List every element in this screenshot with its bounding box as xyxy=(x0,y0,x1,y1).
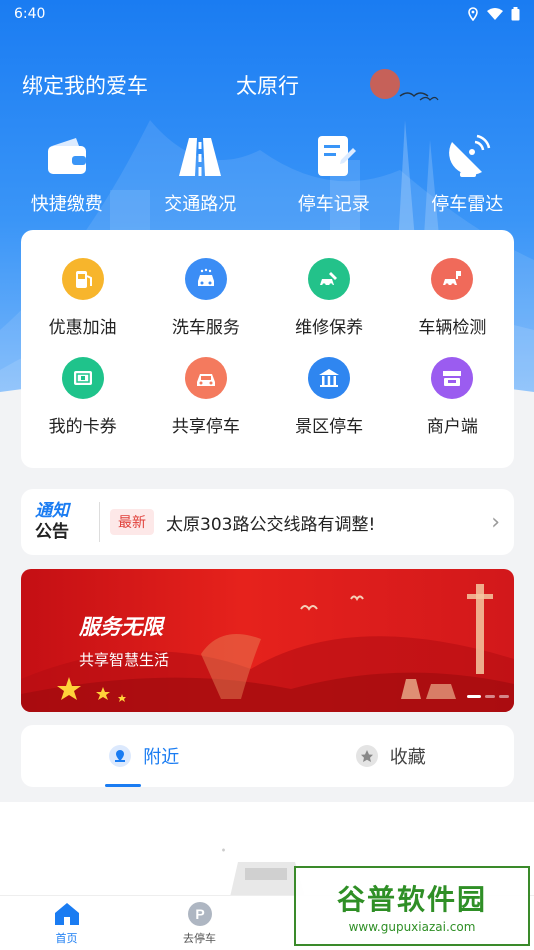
parking-record-button[interactable]: 停车记录 xyxy=(274,132,394,216)
parking-record-label: 停车记录 xyxy=(297,194,370,215)
fuel-icon xyxy=(61,258,104,300)
service-repair[interactable]: 维修保养 xyxy=(268,258,391,357)
shared-parking-icon xyxy=(184,357,227,399)
traffic-label: 交通路况 xyxy=(164,194,237,215)
service-merchant[interactable]: 商户端 xyxy=(391,357,514,456)
traffic-button[interactable]: 交通路况 xyxy=(140,132,260,216)
notice-logo: 通知 公告 xyxy=(35,497,97,547)
svg-text:P: P xyxy=(195,906,204,922)
service-label: 景区停车 xyxy=(295,417,364,437)
status-time: 6:40 xyxy=(14,6,46,22)
service-label: 车辆检测 xyxy=(418,318,487,338)
watermark-url: www.gupuxiazai.com xyxy=(348,920,476,934)
location-icon xyxy=(468,7,478,21)
tab-favorites-label: 收藏 xyxy=(389,747,426,768)
star-icon xyxy=(355,745,378,767)
service-label: 共享停车 xyxy=(171,417,240,437)
notice-logo-line2: 公告 xyxy=(35,522,69,542)
location-pin-icon xyxy=(109,745,132,767)
road-icon xyxy=(179,138,222,176)
notice-bar[interactable]: 通知 公告 最新 太原303路公交线路有调整! › xyxy=(21,489,514,555)
banner-subtitle: 共享智慧生活 xyxy=(79,651,170,669)
banner-title: 服务无限 xyxy=(79,615,163,639)
quick-pay-label: 快捷缴费 xyxy=(30,194,103,215)
service-coupon[interactable]: 我的卡券 xyxy=(21,357,144,456)
pager-dot xyxy=(499,695,509,698)
service-label: 我的卡券 xyxy=(48,417,117,437)
home-icon xyxy=(54,902,79,925)
car-wash-icon xyxy=(184,258,227,300)
inspection-icon xyxy=(431,258,474,300)
pager-dot xyxy=(467,695,481,698)
service-fuel[interactable]: 优惠加油 xyxy=(21,258,144,357)
notice-divider xyxy=(99,502,100,542)
nav-home[interactable]: 首页 xyxy=(0,896,133,950)
battery-icon xyxy=(511,7,520,21)
banner-pager xyxy=(467,695,509,698)
quick-pay-button[interactable]: 快捷缴费 xyxy=(7,132,127,216)
record-icon xyxy=(317,136,356,176)
bind-car-link[interactable]: 绑定我的爱车 xyxy=(22,70,148,100)
tab-favorites[interactable]: 收藏 xyxy=(268,725,515,787)
nav-go-parking-label: 去停车 xyxy=(183,931,216,945)
service-label: 洗车服务 xyxy=(171,318,240,338)
service-car-wash[interactable]: 洗车服务 xyxy=(144,258,267,357)
service-inspection[interactable]: 车辆检测 xyxy=(391,258,514,357)
wifi-icon xyxy=(487,8,503,20)
city-title: 太原行 xyxy=(236,74,299,98)
coupon-icon xyxy=(61,357,104,399)
service-label: 优惠加油 xyxy=(48,318,117,338)
service-shared-parking[interactable]: 共享停车 xyxy=(144,357,267,456)
scenic-parking-icon xyxy=(308,357,351,399)
service-grid: 优惠加油 洗车服务 维修保养 车辆检测 我的卡券 共享停车 景区停车 商户端 xyxy=(21,230,514,468)
parking-icon: P xyxy=(187,901,212,926)
status-bar: 6:40 xyxy=(0,0,534,28)
merchant-icon xyxy=(431,357,474,399)
tab-nearby-label: 附近 xyxy=(143,747,180,768)
radar-icon xyxy=(449,134,491,177)
service-scenic-parking[interactable]: 景区停车 xyxy=(268,357,391,456)
site-watermark: 谷普软件园 www.gupuxiazai.com xyxy=(294,866,530,946)
parking-radar-label: 停车雷达 xyxy=(431,194,504,215)
notice-text[interactable]: 太原303路公交线路有调整! xyxy=(166,510,491,535)
quick-actions: 快捷缴费 交通路况 停车记录 停车雷达 xyxy=(0,132,534,216)
notice-badge: 最新 xyxy=(110,509,154,535)
wallet-icon xyxy=(47,138,86,174)
service-label: 维修保养 xyxy=(295,318,364,338)
nav-go-parking[interactable]: P 去停车 xyxy=(133,896,266,950)
nav-home-label: 首页 xyxy=(55,931,78,945)
nearby-favorites-tabs: 附近 收藏 xyxy=(21,725,514,787)
watermark-title: 谷普软件园 xyxy=(336,883,487,916)
parking-radar-button[interactable]: 停车雷达 xyxy=(407,132,527,216)
service-label: 商户端 xyxy=(426,417,478,437)
tab-nearby[interactable]: 附近 xyxy=(21,725,268,787)
pager-dot xyxy=(485,695,495,698)
promo-banner[interactable]: 服务无限 共享智慧生活 xyxy=(21,569,514,712)
chevron-right-icon[interactable]: › xyxy=(491,510,500,535)
repair-icon xyxy=(308,258,351,300)
notice-logo-line1: 通知 xyxy=(35,501,69,521)
